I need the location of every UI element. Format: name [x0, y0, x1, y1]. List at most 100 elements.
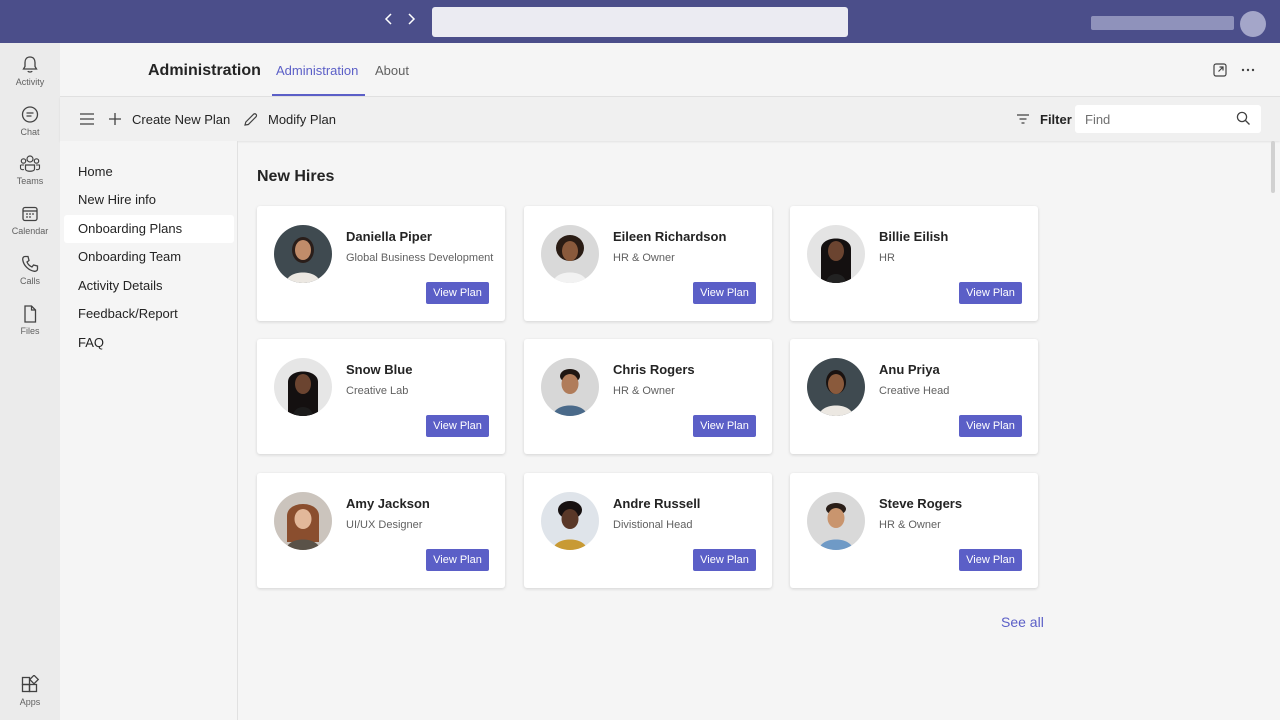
bell-icon [22, 56, 38, 73]
hire-card: Eileen Richardson HR & Owner View Plan [524, 206, 772, 321]
create-new-plan-button[interactable]: Create New Plan [108, 97, 230, 141]
hire-card: Amy Jackson UI/UX Designer View Plan [257, 473, 505, 588]
global-search-bar[interactable] [432, 7, 848, 37]
view-plan-button[interactable]: View Plan [693, 549, 756, 571]
nav-item-new-hire-info[interactable]: New Hire info [64, 186, 234, 214]
view-plan-button[interactable]: View Plan [426, 549, 489, 571]
avatar [807, 492, 865, 550]
avatar [541, 358, 599, 416]
rail-label: Chat [20, 127, 40, 137]
hire-name: Steve Rogers [879, 496, 963, 511]
hire-name: Chris Rogers [613, 362, 695, 377]
view-plan-button[interactable]: View Plan [959, 549, 1022, 571]
hire-name: Snow Blue [346, 362, 413, 377]
find-input[interactable] [1085, 105, 1235, 133]
teams-icon [19, 155, 41, 172]
hire-name: Anu Priya [879, 362, 940, 377]
active-tab-indicator [272, 94, 365, 96]
filter-button[interactable]: Filter [1016, 97, 1072, 141]
hamburger-icon [80, 113, 94, 125]
nav-item-home[interactable]: Home [64, 158, 234, 186]
avatar [541, 225, 599, 283]
view-plan-button[interactable]: View Plan [693, 282, 756, 304]
hire-card: Anu Priya Creative Head View Plan [790, 339, 1038, 454]
profile-name-placeholder [1091, 16, 1234, 30]
pencil-icon [244, 112, 258, 126]
find-box [1075, 105, 1261, 133]
hire-card: Billie Eilish HR View Plan [790, 206, 1038, 321]
app-title: Administration [148, 62, 261, 79]
avatar [807, 358, 865, 416]
app-header: Administration Administration About [60, 43, 1280, 97]
nav-item-feedback-report[interactable]: Feedback/Report [64, 300, 234, 328]
hire-card: Steve Rogers HR & Owner View Plan [790, 473, 1038, 588]
hire-role: Global Business Development [346, 252, 494, 264]
nav-item-onboarding-team[interactable]: Onboarding Team [64, 243, 234, 271]
rail-label: Calls [19, 276, 40, 286]
title-bar [0, 0, 1280, 43]
hire-name: Daniella Piper [346, 229, 432, 244]
section-title: New Hires [257, 168, 335, 185]
more-options-icon[interactable] [1240, 62, 1256, 78]
rail-chat[interactable]: Chat [0, 105, 60, 151]
rail-calls[interactable]: Calls [0, 254, 60, 300]
scrollbar[interactable] [1271, 141, 1275, 193]
avatar [274, 358, 332, 416]
forward-arrow-icon[interactable] [403, 12, 419, 32]
hire-role: Creative Lab [346, 385, 409, 397]
app-rail: Activity Chat Teams Calendar Calls Files… [0, 43, 60, 720]
avatar [274, 492, 332, 550]
hire-card: Daniella Piper Global Business Developme… [257, 206, 505, 321]
rail-calendar[interactable]: Calendar [0, 204, 60, 250]
tab-administration[interactable]: Administration [276, 63, 358, 78]
phone-icon [22, 255, 39, 272]
rail-label: Teams [16, 176, 44, 186]
left-nav: Home New Hire info Onboarding Plans Onbo… [60, 141, 238, 720]
avatar [541, 492, 599, 550]
nav-item-activity-details[interactable]: Activity Details [64, 272, 234, 300]
file-icon [24, 305, 37, 323]
filter-label: Filter [1040, 111, 1072, 127]
toolbar: Create New Plan Modify Plan Filter [60, 97, 1280, 141]
view-plan-button[interactable]: View Plan [426, 415, 489, 437]
search-icon[interactable] [1236, 111, 1251, 126]
menu-button[interactable] [79, 97, 105, 141]
rail-activity[interactable]: Activity [0, 55, 60, 101]
hire-card: Chris Rogers HR & Owner View Plan [524, 339, 772, 454]
hire-role: HR & Owner [613, 385, 675, 397]
plus-icon [109, 113, 121, 125]
hire-name: Billie Eilish [879, 229, 949, 244]
view-plan-button[interactable]: View Plan [959, 282, 1022, 304]
back-arrow-icon[interactable] [381, 12, 397, 32]
profile-avatar[interactable] [1240, 11, 1266, 37]
see-all-link[interactable]: See all [1001, 614, 1044, 630]
modify-plan-label: Modify Plan [268, 111, 336, 127]
hire-card: Snow Blue Creative Lab View Plan [257, 339, 505, 454]
hire-role: HR & Owner [879, 519, 941, 531]
rail-apps[interactable]: Apps [0, 675, 60, 720]
tab-about[interactable]: About [375, 63, 409, 78]
nav-item-onboarding-plans[interactable]: Onboarding Plans [64, 215, 234, 243]
rail-label: Calendar [11, 226, 49, 236]
rail-label: Apps [19, 697, 41, 707]
hire-name: Andre Russell [613, 496, 701, 511]
hire-role: Divistional Head [613, 519, 693, 531]
view-plan-button[interactable]: View Plan [959, 415, 1022, 437]
view-plan-button[interactable]: View Plan [426, 282, 489, 304]
rail-files[interactable]: Files [0, 304, 60, 350]
rail-teams[interactable]: Teams [0, 154, 60, 200]
view-plan-button[interactable]: View Plan [693, 415, 756, 437]
hire-role: Creative Head [879, 385, 950, 397]
hire-role: HR [879, 252, 895, 264]
avatar [807, 225, 865, 283]
hire-name: Eileen Richardson [613, 229, 727, 244]
hire-name: Amy Jackson [346, 496, 430, 511]
rail-label: Activity [15, 77, 45, 87]
modify-plan-button[interactable]: Modify Plan [243, 97, 336, 141]
main-content: New Hires Daniella Piper Global Business… [239, 141, 1280, 720]
calendar-icon [22, 206, 38, 222]
apps-icon [21, 675, 40, 693]
nav-item-faq[interactable]: FAQ [64, 329, 234, 357]
popout-icon[interactable] [1212, 62, 1228, 78]
chat-icon [21, 106, 39, 123]
